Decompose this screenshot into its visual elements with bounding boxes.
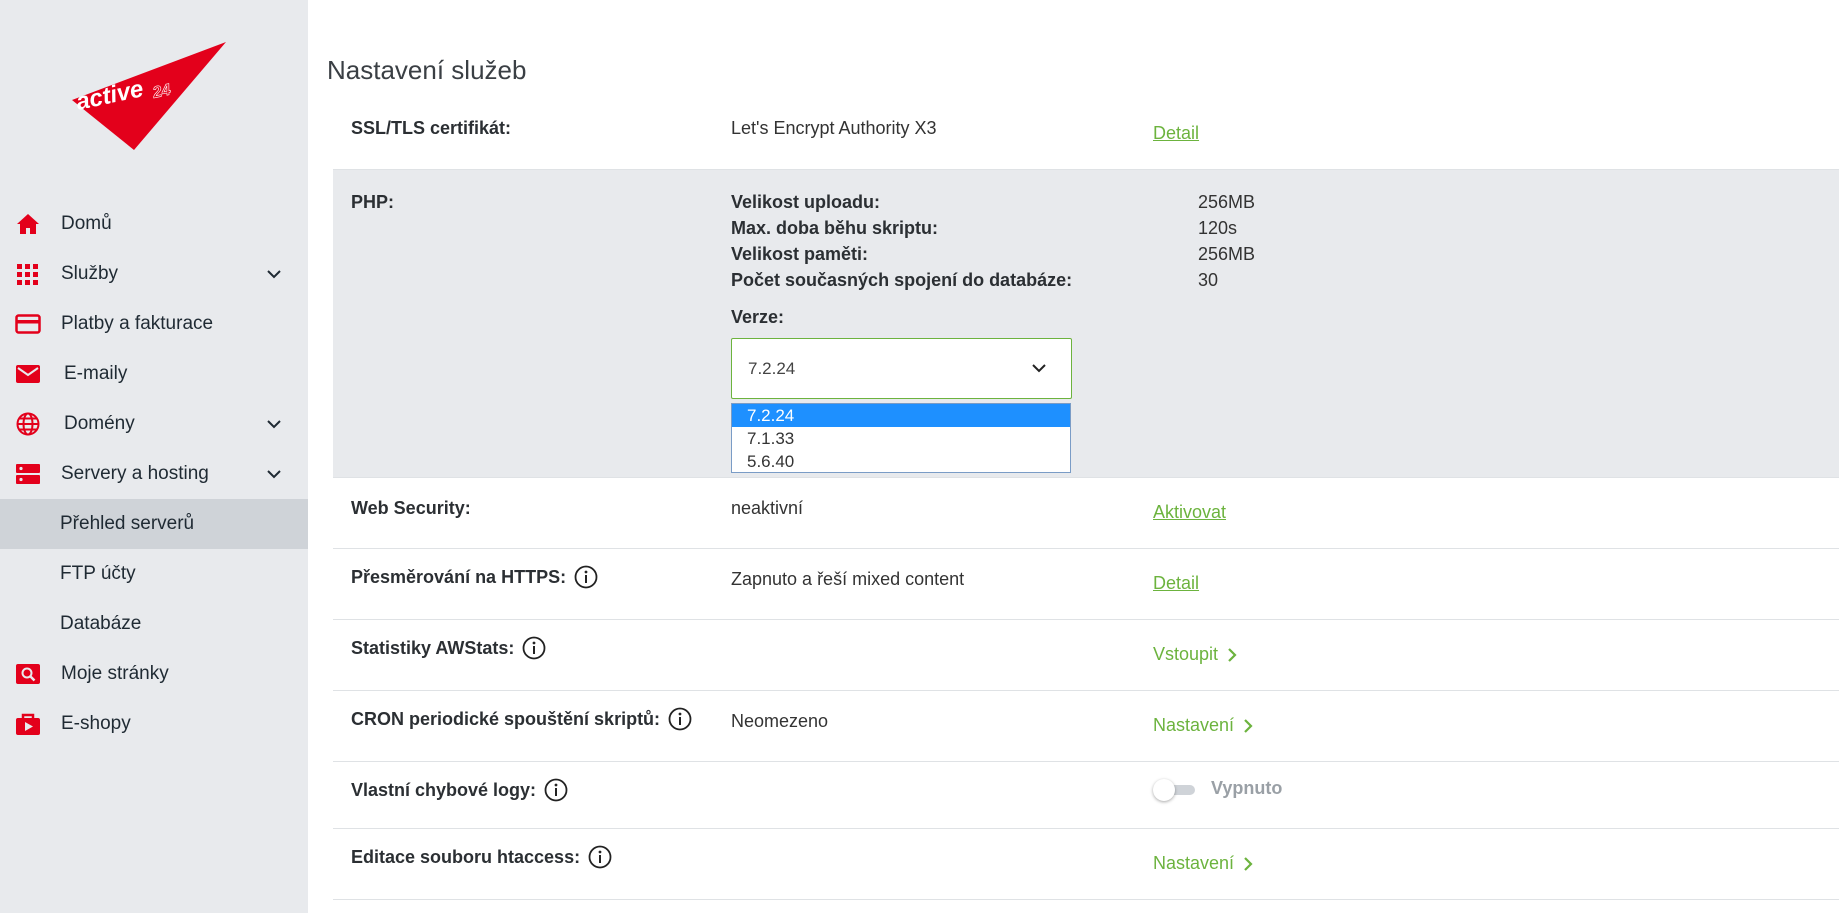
nav-item-label: FTP účty (60, 563, 136, 584)
nav-item-servers-hosting[interactable]: Servery a hosting (0, 449, 308, 499)
awstats-enter-link[interactable]: Vstoupit (1153, 644, 1238, 665)
php-version-label: Verze: (731, 307, 785, 327)
nav-subitem-ftp-accounts[interactable]: FTP účty (0, 549, 308, 599)
php-setting-key: Velikost paměti: (731, 244, 869, 264)
nav-item-label: Servery a hosting (61, 463, 209, 484)
awstats-enter-label: Vstoupit (1153, 644, 1219, 664)
nav-item-home[interactable]: Domů (0, 199, 308, 249)
nav-item-label: E-maily (64, 363, 128, 384)
php-setting-key: Počet současných spojení do databáze: (731, 270, 1073, 290)
nav-subitem-server-overview[interactable]: Přehled serverů (0, 499, 308, 549)
info-icon[interactable] (574, 565, 598, 589)
nav-item-label: Moje stránky (61, 663, 169, 684)
nav-item-eshops[interactable]: E-shopy (0, 699, 308, 749)
nav-item-emails[interactable]: E-maily (0, 349, 308, 399)
cron-settings-label: Nastavení (1153, 715, 1235, 735)
nav-item-label: Databáze (60, 613, 142, 634)
settings-row-error-logs: Vlastní chybové logy: Vypnuto (333, 762, 1839, 829)
row-label: SSL/TLS certifikát: (351, 118, 512, 138)
https-redirect-status: Zapnuto a řeší mixed content (731, 569, 965, 589)
web-security-status: neaktivní (731, 498, 804, 518)
server-icon (16, 464, 40, 484)
page-title: Nastavení služeb (327, 55, 527, 85)
info-icon[interactable] (588, 845, 612, 869)
chevron-down-icon[interactable] (265, 265, 283, 283)
htaccess-label: Editace souboru htaccess: (351, 846, 581, 867)
row-label: Vlastní chybové logy: (351, 778, 568, 802)
main-navigation: Domů Služby Platby a fakturace E-maily D… (0, 199, 308, 749)
chevron-right-icon (1228, 647, 1237, 662)
nav-item-label: E-shopy (61, 713, 131, 734)
grid-icon (17, 264, 38, 285)
chevron-right-icon (1244, 718, 1253, 733)
row-label: CRON periodické spouštění skriptů: (351, 707, 692, 731)
ssl-certificate-value: Let's Encrypt Authority X3 (731, 118, 937, 138)
credit-card-icon (15, 314, 41, 334)
shop-bag-icon (16, 713, 40, 735)
php-version-option[interactable]: 5.6.40 (732, 450, 1070, 473)
error-logs-label: Vlastní chybové logy: (351, 779, 537, 800)
info-icon[interactable] (544, 778, 568, 802)
row-label: Web Security: (351, 498, 471, 518)
settings-row-cron: CRON periodické spouštění skriptů: Neome… (333, 691, 1839, 762)
awstats-label: Statistiky AWStats: (351, 637, 515, 658)
globe-icon (16, 412, 40, 436)
php-version-options: 7.2.24 7.1.33 5.6.40 (731, 403, 1071, 473)
row-label: Statistiky AWStats: (351, 636, 546, 660)
nav-item-payments[interactable]: Platby a fakturace (0, 299, 308, 349)
nav-item-services[interactable]: Služby (0, 249, 308, 299)
error-logs-toggle-state: Vypnuto (1211, 778, 1283, 798)
settings-row-ssl: SSL/TLS certifikát: Let's Encrypt Author… (333, 98, 1839, 170)
settings-row-htaccess: Editace souboru htaccess: Nastavení (333, 829, 1839, 900)
nav-item-label: Přehled serverů (60, 513, 195, 534)
error-logs-toggle[interactable] (1153, 777, 1201, 803)
cron-status: Neomezeno (731, 711, 829, 731)
active24-logo[interactable]: active 24 (70, 42, 230, 157)
cron-label: CRON periodické spouštění skriptů: (351, 708, 661, 729)
php-setting-key: Velikost uploadu: (731, 192, 881, 212)
toggle-knob (1153, 779, 1175, 801)
php-version-option[interactable]: 7.1.33 (732, 427, 1070, 450)
https-redirect-label: Přesměrování na HTTPS: (351, 566, 567, 587)
settings-row-php: PHP: Velikost uploadu: 256MB Max. doba b… (333, 170, 1839, 478)
htaccess-settings-label: Nastavení (1153, 853, 1235, 873)
nav-item-label: Platby a fakturace (61, 313, 214, 334)
settings-row-awstats: Statistiky AWStats: Vstoupit (333, 620, 1839, 691)
chevron-down-icon[interactable] (265, 415, 283, 433)
php-setting-value: 256MB (1198, 244, 1256, 264)
home-icon (17, 214, 39, 234)
ssl-detail-link[interactable]: Detail (1153, 123, 1199, 144)
nav-item-label: Služby (61, 263, 119, 284)
settings-row-https-redirect: Přesměrování na HTTPS: Zapnuto a řeší mi… (333, 549, 1839, 620)
sidebar: active 24 Domů Služby Platby a fakturace… (0, 0, 308, 913)
htaccess-settings-link[interactable]: Nastavení (1153, 853, 1254, 874)
nav-subitem-databases[interactable]: Databáze (0, 599, 308, 649)
cron-settings-link[interactable]: Nastavení (1153, 715, 1254, 736)
nav-item-label: Domů (61, 213, 112, 234)
chevron-right-icon (1244, 856, 1253, 871)
web-security-activate-link[interactable]: Aktivovat (1153, 502, 1226, 523)
php-version-selected: 7.2.24 (748, 359, 796, 378)
info-icon[interactable] (522, 636, 546, 660)
row-label: Editace souboru htaccess: (351, 845, 612, 869)
https-redirect-detail-link[interactable]: Detail (1153, 573, 1199, 594)
chevron-down-icon (1032, 364, 1046, 373)
php-version-option[interactable]: 7.2.24 (732, 404, 1070, 427)
php-setting-key: Max. doba běhu skriptu: (731, 218, 939, 238)
info-icon[interactable] (668, 707, 692, 731)
web-search-icon (16, 664, 40, 684)
nav-item-label: Domény (64, 413, 135, 434)
php-setting-value: 120s (1198, 218, 1238, 238)
row-label: PHP: (351, 192, 395, 212)
main-content: Nastavení služeb SSL/TLS certifikát: Let… (308, 0, 1839, 913)
chevron-down-icon[interactable] (265, 465, 283, 483)
settings-row-web-security: Web Security: neaktivní Aktivovat (333, 478, 1839, 549)
envelope-icon (16, 365, 40, 383)
php-version-select[interactable]: 7.2.24 (731, 338, 1072, 399)
row-label: Přesměrování na HTTPS: (351, 565, 598, 589)
php-setting-value: 30 (1198, 270, 1219, 290)
php-setting-value: 256MB (1198, 192, 1256, 212)
nav-item-my-websites[interactable]: Moje stránky (0, 649, 308, 699)
nav-item-domains[interactable]: Domény (0, 399, 308, 449)
